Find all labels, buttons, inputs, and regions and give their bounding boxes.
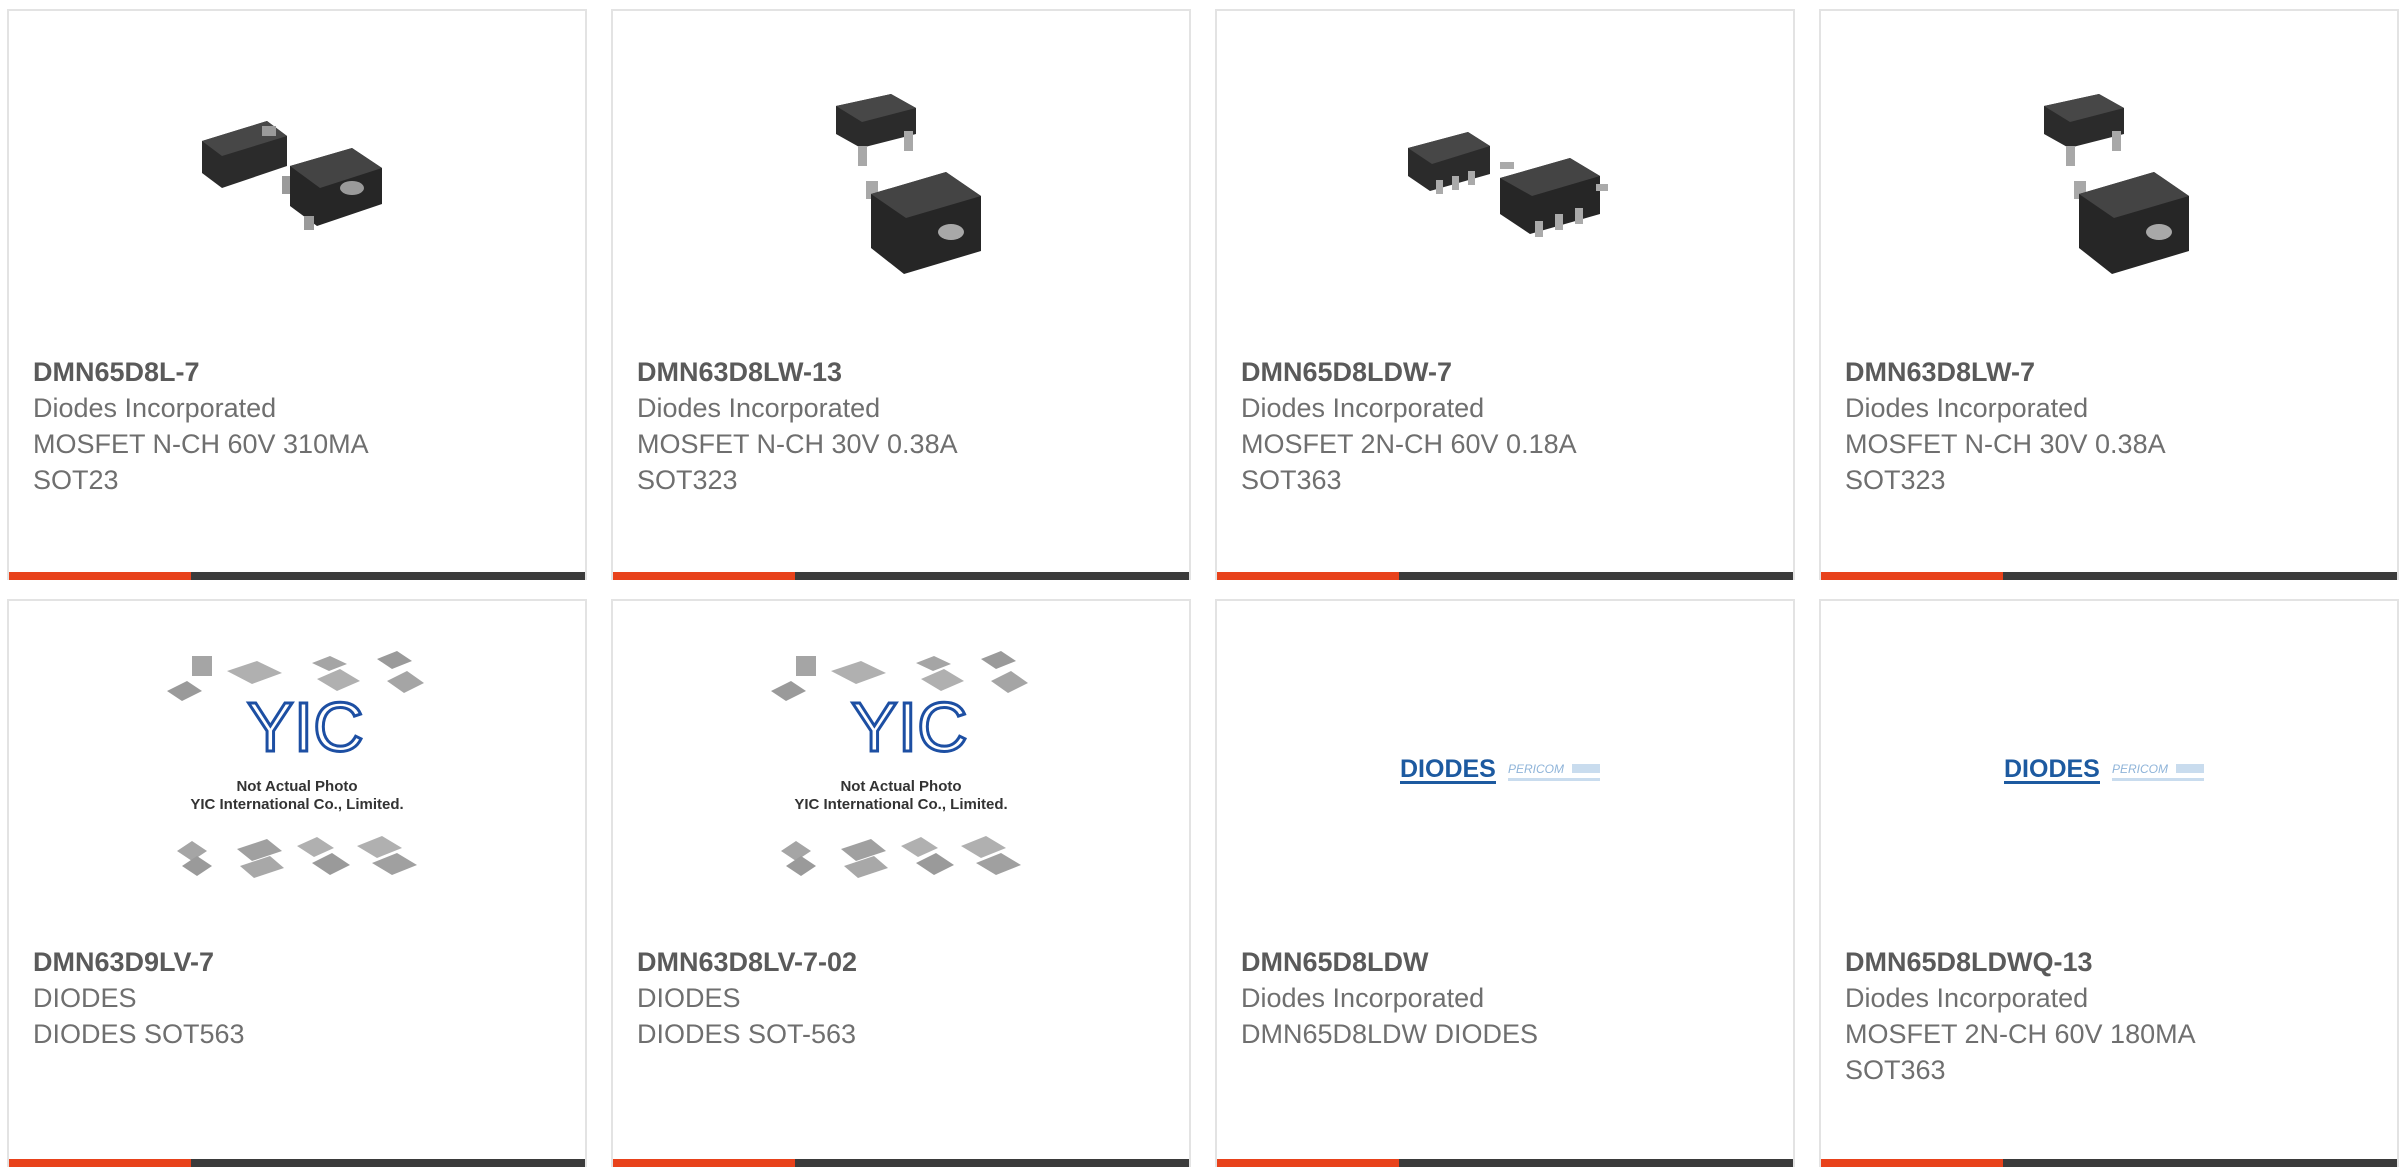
card-accent-bar: [9, 1159, 191, 1167]
product-card[interactable]: DMN65D8LDW-7 Diodes Incorporated MOSFET …: [1215, 9, 1795, 580]
product-card[interactable]: DMN63D8LW-13 Diodes Incorporated MOSFET …: [611, 9, 1191, 580]
sot23-package-icon: [202, 121, 382, 230]
pericom-logo-text: PERICOM: [2112, 762, 2168, 776]
package: SOT363: [1241, 465, 1342, 495]
placeholder-company: YIC International Co., Limited.: [190, 796, 403, 813]
placeholder-caption: Not Actual Photo: [236, 778, 357, 795]
diodes-pericom-logo: DIODES PERICOM: [1400, 755, 1600, 784]
product-image[interactable]: YIC Not Actual Photo YIC International C…: [613, 601, 1189, 941]
diodes-logo-text: DIODES: [1400, 755, 1496, 783]
card-bottom-bar: [1821, 572, 2397, 580]
product-image[interactable]: [613, 11, 1189, 351]
package: SOT363: [1845, 1055, 1946, 1085]
product-info: DMN63D8LV-7-02 DIODES DIODES SOT-563: [637, 944, 1173, 1052]
description: MOSFET N-CH 30V 0.38A: [637, 429, 958, 459]
product-image[interactable]: YIC Not Actual Photo YIC International C…: [9, 601, 585, 941]
card-bottom-bar: [1821, 1159, 2397, 1167]
product-info: DMN65D8LDW-7 Diodes Incorporated MOSFET …: [1241, 354, 1777, 498]
product-info: DMN63D9LV-7 DIODES DIODES SOT563: [33, 944, 569, 1052]
description: DMN65D8LDW DIODES: [1241, 1019, 1539, 1049]
product-card[interactable]: DIODES PERICOM DMN65D8LDWQ-13 Diodes Inc…: [1819, 599, 2399, 1167]
placeholder-caption: Not Actual Photo: [840, 778, 961, 795]
product-card[interactable]: YIC Not Actual Photo YIC International C…: [7, 599, 587, 1167]
description: MOSFET 2N-CH 60V 180MA: [1845, 1019, 2196, 1049]
card-bottom-bar: [613, 572, 1189, 580]
product-info: DMN65D8LDW Diodes Incorporated DMN65D8LD…: [1241, 944, 1777, 1052]
package: SOT323: [637, 465, 738, 495]
card-accent-bar: [1217, 1159, 1399, 1167]
placeholder-company: YIC International Co., Limited.: [794, 796, 1007, 813]
diodes-logo-text: DIODES: [2004, 755, 2100, 783]
part-number-link[interactable]: DMN63D8LW-7: [1845, 354, 2381, 390]
part-number-link[interactable]: DMN65D8LDW-7: [1241, 354, 1777, 390]
manufacturer: Diodes Incorporated: [637, 393, 881, 423]
card-bottom-bar: [1217, 572, 1793, 580]
card-bottom-bar: [1217, 1159, 1793, 1167]
sot363-package-icon: [1408, 132, 1608, 237]
product-image[interactable]: [9, 11, 585, 351]
yic-logo-icon: YIC: [247, 688, 364, 766]
product-info: DMN63D8LW-13 Diodes Incorporated MOSFET …: [637, 354, 1173, 498]
card-accent-bar: [613, 1159, 795, 1167]
product-info: DMN65D8LDWQ-13 Diodes Incorporated MOSFE…: [1845, 944, 2381, 1088]
product-card[interactable]: DIODES PERICOM DMN65D8LDW Diodes Incorpo…: [1215, 599, 1795, 1167]
card-accent-bar: [1217, 572, 1399, 580]
package: SOT23: [33, 465, 119, 495]
pericom-logo-text: PERICOM: [1508, 762, 1564, 776]
description: DIODES SOT563: [33, 1019, 245, 1049]
card-accent-bar: [9, 572, 191, 580]
card-accent-bar: [1821, 572, 2003, 580]
product-info: DMN65D8L-7 Diodes Incorporated MOSFET N-…: [33, 354, 569, 498]
card-bottom-bar: [9, 572, 585, 580]
manufacturer: Diodes Incorporated: [1241, 983, 1485, 1013]
product-card[interactable]: DMN63D8LW-7 Diodes Incorporated MOSFET N…: [1819, 9, 2399, 580]
diodes-pericom-logo: DIODES PERICOM: [2004, 755, 2204, 784]
sot323-package-icon: [836, 94, 981, 274]
sot323-package-icon: [2044, 94, 2189, 274]
description: MOSFET N-CH 60V 310MA: [33, 429, 369, 459]
product-info: DMN63D8LW-7 Diodes Incorporated MOSFET N…: [1845, 354, 2381, 498]
card-bottom-bar: [613, 1159, 1189, 1167]
yic-placeholder-image: YIC Not Actual Photo YIC International C…: [167, 651, 424, 878]
part-number-link[interactable]: DMN63D8LV-7-02: [637, 944, 1173, 980]
part-number-link[interactable]: DMN65D8LDW: [1241, 944, 1777, 980]
manufacturer: Diodes Incorporated: [1845, 393, 2089, 423]
product-card[interactable]: YIC Not Actual Photo YIC International C…: [611, 599, 1191, 1167]
package: SOT323: [1845, 465, 1946, 495]
yic-logo-icon: YIC: [851, 688, 968, 766]
description: MOSFET 2N-CH 60V 0.18A: [1241, 429, 1577, 459]
manufacturer: Diodes Incorporated: [1845, 983, 2089, 1013]
part-number-link[interactable]: DMN63D8LW-13: [637, 354, 1173, 390]
product-image[interactable]: DIODES PERICOM: [1821, 601, 2397, 941]
manufacturer: DIODES: [637, 983, 741, 1013]
manufacturer: Diodes Incorporated: [33, 393, 277, 423]
product-grid: DMN65D8L-7 Diodes Incorporated MOSFET N-…: [0, 0, 2400, 1167]
description: MOSFET N-CH 30V 0.38A: [1845, 429, 2166, 459]
card-accent-bar: [1821, 1159, 2003, 1167]
card-bottom-bar: [9, 1159, 585, 1167]
product-image[interactable]: [1217, 11, 1793, 351]
product-image[interactable]: [1821, 11, 2397, 351]
yic-placeholder-image: YIC Not Actual Photo YIC International C…: [771, 651, 1028, 878]
part-number-link[interactable]: DMN65D8L-7: [33, 354, 569, 390]
part-number-link[interactable]: DMN63D9LV-7: [33, 944, 569, 980]
part-number-link[interactable]: DMN65D8LDWQ-13: [1845, 944, 2381, 980]
manufacturer: DIODES: [33, 983, 137, 1013]
product-card[interactable]: DMN65D8L-7 Diodes Incorporated MOSFET N-…: [7, 9, 587, 580]
description: DIODES SOT-563: [637, 1019, 857, 1049]
manufacturer: Diodes Incorporated: [1241, 393, 1485, 423]
card-accent-bar: [613, 572, 795, 580]
product-image[interactable]: DIODES PERICOM: [1217, 601, 1793, 941]
